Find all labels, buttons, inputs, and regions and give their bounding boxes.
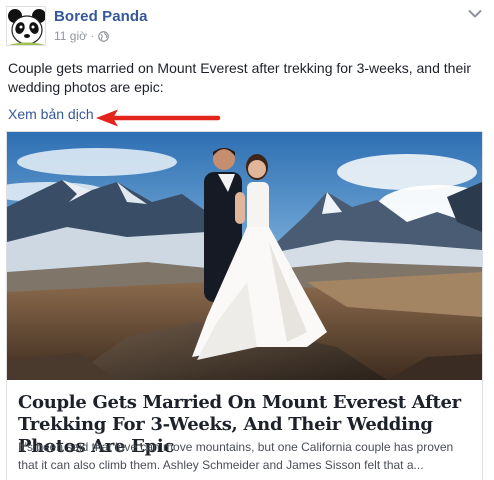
facebook-post: Bored Panda 11 giờ · Couple gets married… (0, 0, 494, 480)
page-name-link[interactable]: Bored Panda (54, 8, 148, 25)
red-arrow-annotation (96, 109, 221, 127)
see-translation-link[interactable]: Xem bản dịch (8, 106, 94, 122)
post-message: Couple gets married on Mount Everest aft… (8, 60, 471, 95)
globe-icon[interactable] (98, 30, 110, 42)
card-description: It's been said that love can move mounta… (18, 440, 454, 472)
post-time[interactable]: 11 giờ (54, 29, 87, 43)
page-avatar[interactable] (6, 6, 46, 46)
link-preview-card[interactable]: Couple Gets Married On Mount Everest Aft… (6, 131, 483, 480)
card-image[interactable] (7, 132, 482, 380)
wedding-photo-image (7, 132, 482, 380)
panda-logo-icon (7, 7, 45, 45)
meta-separator: · (91, 30, 95, 42)
chevron-down-icon[interactable] (468, 9, 482, 19)
post-meta: 11 giờ · (54, 29, 110, 43)
